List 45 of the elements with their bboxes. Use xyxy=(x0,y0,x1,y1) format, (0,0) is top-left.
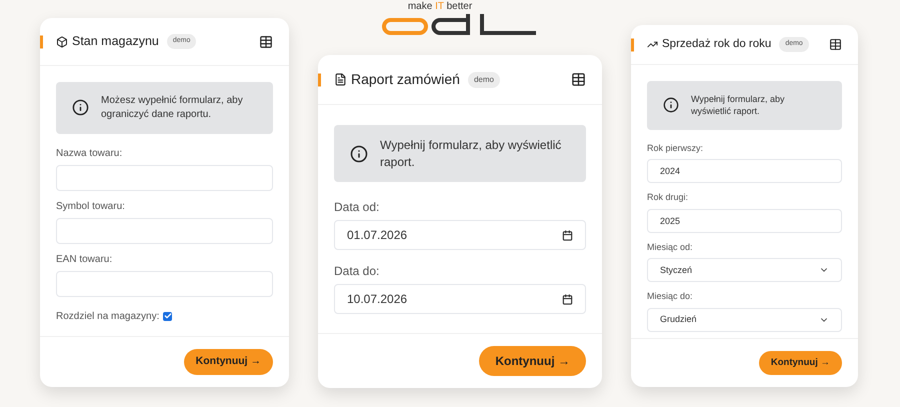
info-text: Wypełnij formularz, aby wyświetlić raport. xyxy=(380,137,562,170)
continue-button[interactable]: Kontynuuj → xyxy=(184,349,273,375)
accent-bar xyxy=(631,38,634,51)
date-field[interactable]: 01.07.2026 xyxy=(334,220,586,250)
card-title: Sprzedaż rok do roku xyxy=(662,36,772,52)
document-icon xyxy=(334,73,347,86)
field-label: Rok pierwszy: xyxy=(647,142,704,155)
info-text: Wypełnij formularz, aby wyświetlić raport. xyxy=(691,93,786,118)
input-field[interactable] xyxy=(56,164,273,190)
checkbox[interactable] xyxy=(163,312,172,320)
accent-bar xyxy=(40,35,43,48)
card-title: Stan magazynu xyxy=(72,33,159,50)
input-field[interactable]: 2024 xyxy=(647,159,842,184)
info-text: Możesz wypełnić formularz, aby ograniczyć dane raportu. xyxy=(101,94,244,122)
field-label: Symbol towaru: xyxy=(56,200,126,214)
continue-button[interactable]: Kontynuuj → xyxy=(479,346,586,376)
select-field[interactable]: Styczeń xyxy=(647,258,842,282)
info-icon xyxy=(350,144,368,162)
calendar-icon xyxy=(562,294,573,304)
accent-bar xyxy=(318,73,321,86)
checkbox-label: Rozdziel na magazyny: xyxy=(56,310,160,324)
select-field[interactable]: Grudzień xyxy=(647,308,842,332)
calendar-icon xyxy=(562,230,573,240)
input-field[interactable] xyxy=(56,270,273,296)
demo-tag: demo xyxy=(468,72,500,88)
info-icon xyxy=(72,99,89,116)
field-label: EAN towaru: xyxy=(56,252,114,266)
continue-button[interactable]: Kontynuuj → xyxy=(758,351,842,375)
input-field[interactable] xyxy=(56,218,273,244)
table-icon[interactable] xyxy=(829,38,842,51)
info-icon xyxy=(663,97,679,114)
cube-icon xyxy=(56,36,68,48)
field-label: Miesiąc od: xyxy=(647,240,694,254)
field-label: Rok drugi: xyxy=(647,191,690,204)
date-field[interactable]: 10.07.2026 xyxy=(334,284,586,314)
logo-tagline: make IT better xyxy=(408,2,472,12)
trend-icon xyxy=(647,39,658,50)
field-label: Data od: xyxy=(334,199,380,216)
table-icon[interactable] xyxy=(259,34,273,48)
field-label: Nazwa towaru: xyxy=(56,146,124,160)
field-label: Data do: xyxy=(334,263,380,280)
input-field[interactable]: 2025 xyxy=(647,208,842,233)
table-icon[interactable] xyxy=(571,72,586,87)
card-title: Raport zamówień xyxy=(351,70,460,89)
field-label: Miesiąc do: xyxy=(647,290,694,304)
